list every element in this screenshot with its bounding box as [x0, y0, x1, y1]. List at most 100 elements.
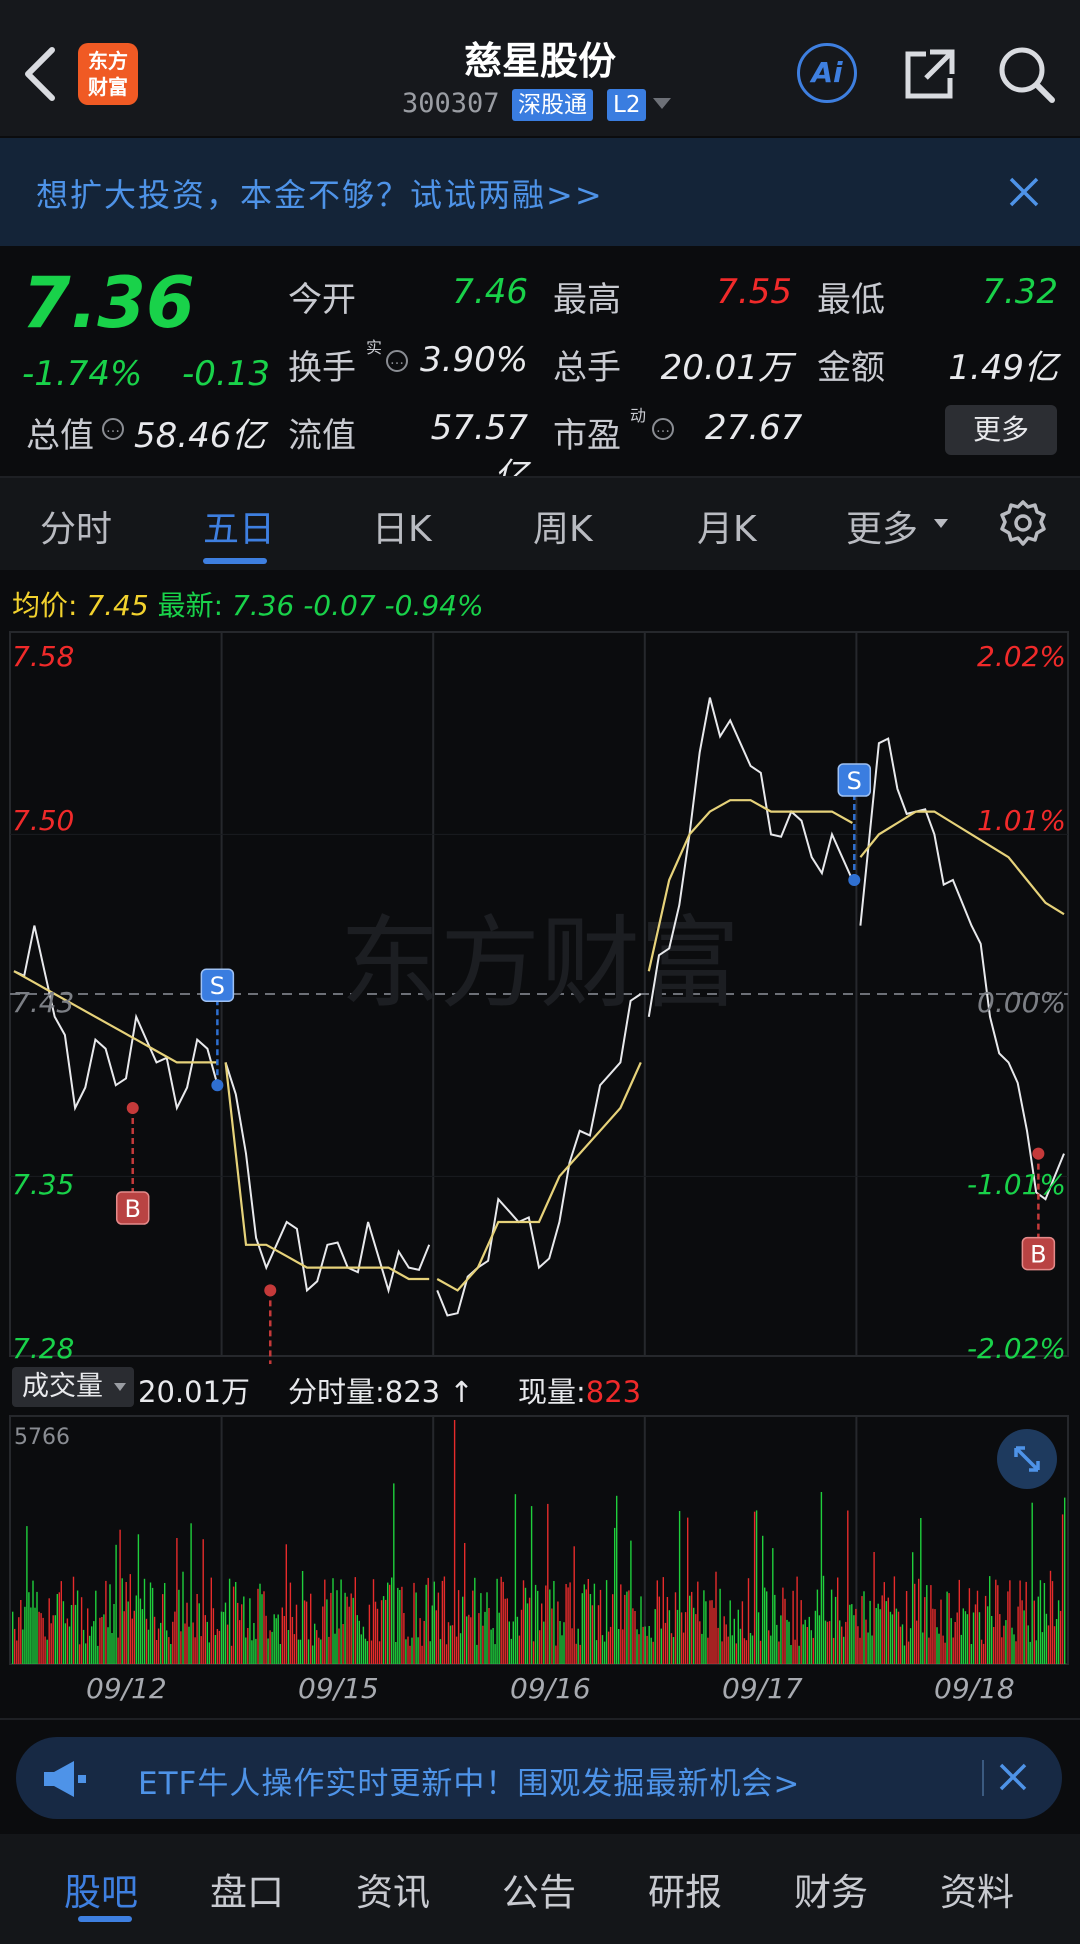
- volume-bar: [218, 1630, 221, 1664]
- expand-icon[interactable]: [996, 1428, 1058, 1490]
- tab-daily-k[interactable]: 日K: [372, 500, 432, 552]
- volume-bar: [614, 1527, 616, 1664]
- minute-volume-label: 分时量:: [288, 1375, 385, 1409]
- share-icon[interactable]: [900, 46, 958, 104]
- label-low: 最低: [817, 280, 885, 320]
- volume-bars: [12, 1420, 1066, 1664]
- volume-bar: [508, 1621, 510, 1664]
- tab-weekly-k[interactable]: 周K: [533, 500, 593, 552]
- volume-bar: [301, 1571, 304, 1664]
- volume-bar: [320, 1639, 322, 1664]
- volume-bar: [926, 1585, 928, 1664]
- volume-bar: [235, 1582, 237, 1664]
- volume-bar: [877, 1603, 879, 1664]
- volume-bar: [662, 1577, 664, 1664]
- volume-bar: [269, 1630, 271, 1664]
- volume-bar: [768, 1630, 770, 1664]
- volume-bar: [395, 1642, 397, 1664]
- y-tick-right: 2.02%: [977, 640, 1066, 673]
- volume-bar: [121, 1578, 123, 1664]
- search-icon[interactable]: [996, 44, 1058, 106]
- volume-bar: [202, 1539, 204, 1664]
- date-label: 09/12: [86, 1672, 167, 1705]
- tab-five-day[interactable]: 五日: [203, 500, 275, 552]
- volume-bar: [940, 1599, 942, 1664]
- y-tick-left: 7.28: [12, 1332, 74, 1364]
- chart-info-line: 均价: 7.45 最新: 7.36 -0.07 -0.94%: [12, 584, 484, 624]
- volume-bar: [68, 1626, 71, 1664]
- more-quote-button[interactable]: 更多: [945, 405, 1057, 455]
- chevron-down-icon[interactable]: [934, 519, 948, 528]
- gear-icon[interactable]: [998, 498, 1048, 548]
- ai-assistant-icon[interactable]: Ai: [797, 43, 857, 103]
- volume-bar: [498, 1612, 500, 1664]
- tab-intraday[interactable]: 分时: [40, 500, 112, 552]
- y-tick-left: 7.58: [12, 640, 74, 673]
- volume-indicator-dropdown[interactable]: 成交量: [12, 1367, 134, 1407]
- sell-signal-text: S: [847, 767, 862, 795]
- volume-bar: [443, 1576, 446, 1664]
- value-turnover: 3.90%: [420, 340, 529, 380]
- nav-forum[interactable]: 股吧: [64, 1862, 138, 1916]
- volume-bar: [646, 1635, 648, 1664]
- volume-bar: [605, 1580, 608, 1664]
- close-icon[interactable]: [1008, 176, 1040, 208]
- volume-bar: [310, 1593, 312, 1664]
- volume-bar: [356, 1615, 358, 1664]
- app-logo[interactable]: 东方财富: [78, 43, 138, 105]
- volume-bar: [810, 1630, 812, 1664]
- volume-bar: [295, 1604, 298, 1664]
- banner-text[interactable]: 想扩大投资，本金不够？试试两融>>: [36, 170, 604, 216]
- nav-finance[interactable]: 财务: [794, 1862, 868, 1916]
- latest-label: 最新:: [157, 589, 224, 622]
- nav-profile[interactable]: 资料: [940, 1862, 1014, 1916]
- info-icon[interactable]: …: [102, 418, 124, 440]
- volume-bar: [640, 1596, 642, 1664]
- volume-bar: [44, 1636, 46, 1664]
- back-arrow-icon[interactable]: [18, 44, 66, 104]
- volume-bar: [139, 1598, 142, 1664]
- volume-bar: [1059, 1610, 1062, 1664]
- volume-bar: [658, 1596, 660, 1664]
- volume-bar: [82, 1629, 85, 1664]
- volume-bar: [24, 1606, 26, 1664]
- volume-bar: [753, 1511, 756, 1664]
- volume-bar: [719, 1588, 721, 1664]
- volume-bar: [186, 1602, 188, 1664]
- volume-bar: [149, 1582, 152, 1664]
- volume-bar: [103, 1614, 105, 1664]
- close-icon[interactable]: [998, 1762, 1028, 1792]
- volume-bar: [1061, 1514, 1064, 1664]
- avg-price-value: 7.45: [86, 589, 149, 622]
- volume-bar: [948, 1593, 950, 1664]
- nav-research[interactable]: 研报: [648, 1862, 722, 1916]
- nav-announcements[interactable]: 公告: [502, 1862, 576, 1916]
- logo-text: 东方财富: [88, 49, 128, 99]
- volume-bar: [506, 1598, 508, 1664]
- stock-name-title: 慈星股份: [463, 39, 616, 83]
- chevron-down-icon[interactable]: [653, 98, 671, 109]
- info-icon[interactable]: …: [652, 418, 674, 440]
- promo-text[interactable]: ETF牛人操作实时更新中！围观发掘最新机会>: [138, 1758, 800, 1803]
- nav-orderbook[interactable]: 盘口: [210, 1862, 284, 1916]
- volume-bar: [916, 1620, 918, 1664]
- volume-chart[interactable]: 5766: [0, 1414, 1080, 1666]
- volume-bar: [368, 1604, 371, 1664]
- active-tab-indicator: [203, 558, 267, 564]
- volume-bar: [1033, 1600, 1035, 1664]
- volume-bar: [257, 1588, 259, 1664]
- nav-news[interactable]: 资讯: [356, 1862, 430, 1916]
- latest-value: 7.36: [231, 589, 295, 622]
- tag-sz-connect[interactable]: 深股通: [512, 89, 593, 121]
- volume-bar: [960, 1634, 962, 1664]
- tag-level2[interactable]: L2: [607, 89, 647, 121]
- volume-bar: [265, 1615, 267, 1664]
- volume-bar: [413, 1582, 415, 1664]
- volume-bar: [243, 1596, 245, 1664]
- tab-monthly-k[interactable]: 月K: [697, 500, 757, 552]
- tab-more[interactable]: 更多: [846, 500, 918, 552]
- volume-bar: [1049, 1570, 1052, 1664]
- five-day-price-chart[interactable]: 东方财富 SBBSB 7.587.507.437.357.282.02%1.01…: [0, 628, 1080, 1364]
- volume-bar: [459, 1633, 462, 1664]
- info-icon[interactable]: …: [386, 350, 408, 372]
